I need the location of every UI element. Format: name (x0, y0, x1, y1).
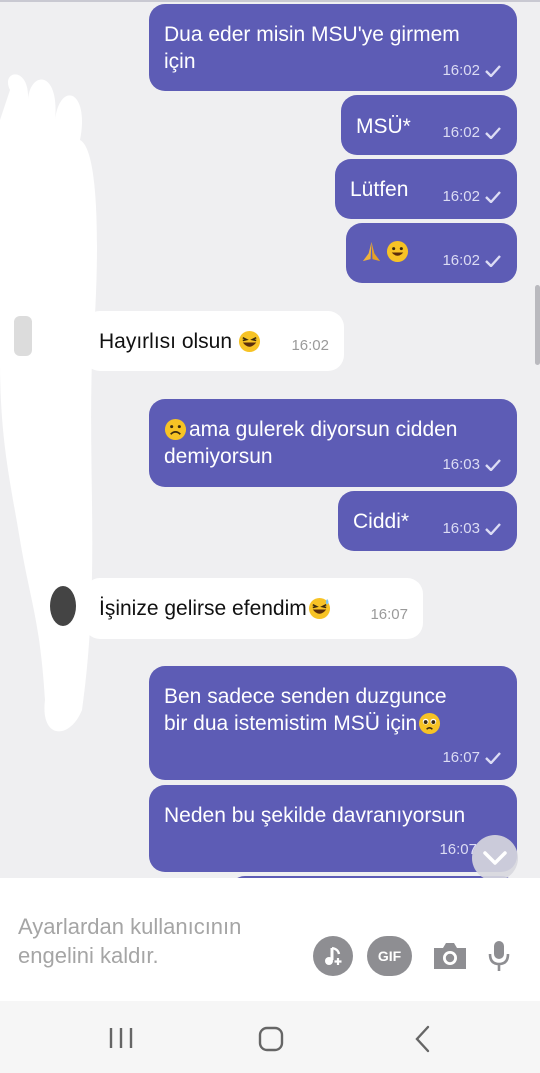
outgoing-message[interactable]: Ciddi* 16:03 (338, 491, 517, 551)
contact-avatar[interactable] (50, 586, 76, 626)
message-text-line: demiyorsun (164, 445, 273, 468)
outgoing-message[interactable]: Neden bu şekilde davranıyorsun 16:07 (149, 785, 517, 872)
home-icon[interactable] (258, 1026, 284, 1052)
camera-button[interactable] (430, 936, 470, 976)
sent-check-icon (485, 751, 501, 764)
blocked-notice[interactable]: Ayarlardan kullanıcının engelini kaldır. (18, 912, 288, 970)
outgoing-message[interactable]: Lütfen 16:02 (335, 159, 517, 219)
message-text: Lütfen (350, 178, 409, 201)
sent-check-icon (485, 64, 501, 77)
message-text: Hayırlısı olsun (99, 330, 233, 353)
camera-icon (434, 943, 466, 969)
message-text-line: bir dua istemistim MSÜ için (164, 712, 418, 735)
message-text-line: ama gulerek diyorsun cidden (189, 418, 458, 441)
folded-hands-icon (362, 241, 381, 262)
message-time: 16:07 (370, 606, 408, 623)
microphone-button[interactable] (482, 936, 516, 976)
system-navigation-bar (0, 1001, 540, 1073)
message-text: MSÜ* (356, 115, 411, 138)
message-time: 16:03 (442, 520, 480, 537)
message-time: 16:07 (442, 749, 480, 766)
grinning-sweat-face-icon (308, 597, 330, 620)
gif-icon: GIF (377, 948, 402, 964)
message-time: 16:02 (442, 62, 480, 79)
outgoing-message[interactable]: Dua eder misin MSU'ye girmem için 16:02 (149, 4, 517, 91)
music-note-button[interactable] (313, 936, 353, 976)
message-text-line: Ben sadece senden duzgunce (164, 685, 447, 708)
sent-check-icon (485, 126, 501, 139)
recent-apps-icon[interactable] (108, 1027, 134, 1049)
chat-area[interactable]: Dua eder misin MSU'ye girmem için 16:02 … (0, 0, 540, 878)
message-text-line: için (164, 50, 196, 73)
message-text: Ciddi* (353, 510, 410, 533)
message-time: 16:02 (291, 337, 329, 354)
message-time: 16:02 (442, 188, 480, 205)
incoming-message[interactable]: Hayırlısı olsun 16:02 (84, 311, 344, 371)
contact-avatar[interactable] (14, 316, 32, 356)
microphone-icon (488, 941, 510, 971)
outgoing-message[interactable]: 16:02 (346, 223, 517, 283)
scrollbar[interactable] (535, 285, 540, 365)
message-time: 16:02 (442, 252, 480, 269)
music-note-icon (325, 946, 342, 965)
frowning-face-icon (164, 418, 187, 441)
outgoing-message[interactable]: ama gulerek diyorsun cidden demiyorsun 1… (149, 399, 517, 487)
sent-check-icon (485, 458, 501, 471)
message-time: 16:02 (442, 124, 480, 141)
scroll-down-button[interactable] (472, 835, 518, 878)
gif-button[interactable]: GIF (367, 936, 412, 976)
outgoing-message[interactable]: MSÜ* 16:02 (341, 95, 517, 155)
message-text-line: Dua eder misin MSU'ye girmem (164, 23, 460, 46)
chevron-down-icon (483, 851, 507, 865)
sent-check-icon (485, 254, 501, 267)
sent-check-icon (485, 522, 501, 535)
grinning-squinting-face-icon (239, 330, 261, 353)
incoming-message[interactable]: İşinize gelirse efendim 16:07 (84, 578, 423, 639)
message-text: İşinize gelirse efendim (99, 597, 307, 620)
grinning-face-icon (386, 240, 409, 263)
back-icon[interactable] (414, 1025, 432, 1053)
sent-check-icon (485, 190, 501, 203)
message-text: Neden bu şekilde davranıyorsun (164, 804, 466, 827)
outgoing-message[interactable]: Ben sadece senden duzgunce bir dua istem… (149, 666, 517, 780)
header-divider (0, 0, 540, 2)
message-input-bar: Ayarlardan kullanıcının engelini kaldır.… (0, 878, 540, 1001)
pleading-face-icon (419, 712, 441, 735)
message-time: 16:03 (442, 456, 480, 473)
